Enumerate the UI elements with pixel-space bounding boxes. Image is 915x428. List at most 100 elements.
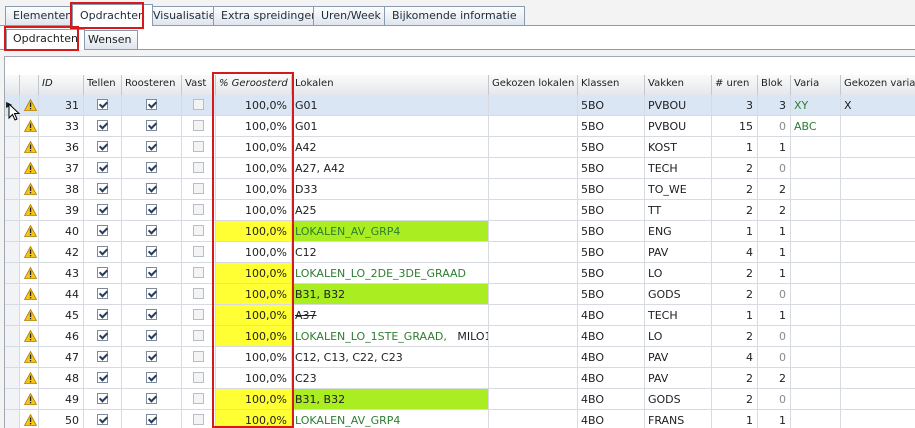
lokalen-cell[interactable]: LOKALEN_LO_2DE_3DE_GRAAD (292, 263, 489, 284)
table-row[interactable]: 44 100,0% B31, B32 5BO GODS 2 0 (5, 284, 915, 305)
tellen-checkbox[interactable] (97, 141, 108, 152)
vast-checkbox[interactable] (193, 204, 204, 215)
gekozen-varia-cell[interactable] (841, 158, 915, 179)
header-blok[interactable]: Blok (758, 75, 791, 95)
tellen-checkbox[interactable] (97, 309, 108, 320)
gekozen-lokalen-cell[interactable] (489, 389, 578, 410)
lokalen-cell[interactable]: A37 (292, 305, 489, 326)
varia-cell[interactable] (791, 368, 841, 389)
roosteren-checkbox[interactable] (146, 393, 157, 404)
tellen-checkbox[interactable] (97, 330, 108, 341)
tellen-checkbox[interactable] (97, 246, 108, 257)
roosteren-checkbox[interactable] (146, 183, 157, 194)
gekozen-varia-cell[interactable] (841, 305, 915, 326)
varia-cell[interactable] (791, 326, 841, 347)
header-pct-geroosterd[interactable]: % Geroosterd (216, 75, 292, 95)
gekozen-lokalen-cell[interactable] (489, 95, 578, 116)
gekozen-lokalen-cell[interactable] (489, 137, 578, 158)
tellen-checkbox[interactable] (97, 162, 108, 173)
table-row[interactable]: 33 100,0% G01 5BO PVBOU 15 0 ABC (5, 116, 915, 137)
vast-checkbox[interactable] (193, 120, 204, 131)
gekozen-lokalen-cell[interactable] (489, 221, 578, 242)
varia-cell[interactable] (791, 347, 841, 368)
table-row[interactable]: 47 100,0% C12, C13, C22, C23 4BO PAV 4 0 (5, 347, 915, 368)
roosteren-checkbox[interactable] (146, 204, 157, 215)
tab-elementen[interactable]: Elementen (5, 6, 81, 25)
gekozen-lokalen-cell[interactable] (489, 284, 578, 305)
roosteren-checkbox[interactable] (146, 288, 157, 299)
lokalen-cell[interactable]: LOKALEN_AV_GRP4 (292, 221, 489, 242)
gekozen-lokalen-cell[interactable] (489, 263, 578, 284)
gekozen-lokalen-cell[interactable] (489, 347, 578, 368)
row-indicator[interactable] (5, 284, 20, 305)
table-row[interactable]: 48 100,0% C23 4BO PAV 2 2 (5, 368, 915, 389)
roosteren-checkbox[interactable] (146, 225, 157, 236)
tellen-checkbox[interactable] (97, 372, 108, 383)
tab-extra-spreidingen[interactable]: Extra spreidingen (213, 6, 327, 25)
tellen-checkbox[interactable] (97, 414, 108, 425)
tab-opdrachten[interactable]: Opdrachten (72, 4, 153, 26)
tab-visualisatie[interactable]: Visualisatie (145, 6, 224, 25)
gekozen-lokalen-cell[interactable] (489, 305, 578, 326)
vast-checkbox[interactable] (193, 246, 204, 257)
tellen-checkbox[interactable] (97, 267, 108, 278)
table-row[interactable]: 40 100,0% LOKALEN_AV_GRP4 5BO ENG 1 1 (5, 221, 915, 242)
header-klassen[interactable]: Klassen (578, 75, 645, 95)
gekozen-varia-cell[interactable] (841, 242, 915, 263)
varia-cell[interactable] (791, 200, 841, 221)
gekozen-varia-cell[interactable] (841, 284, 915, 305)
lokalen-cell[interactable]: G01 (292, 116, 489, 137)
gekozen-varia-cell[interactable] (841, 221, 915, 242)
vast-checkbox[interactable] (193, 330, 204, 341)
row-indicator[interactable] (5, 242, 20, 263)
lokalen-cell[interactable]: A27, A42 (292, 158, 489, 179)
lokalen-cell[interactable]: D33 (292, 179, 489, 200)
vast-checkbox[interactable] (193, 267, 204, 278)
varia-cell[interactable] (791, 305, 841, 326)
header-vakken[interactable]: Vakken (645, 75, 712, 95)
roosteren-checkbox[interactable] (146, 414, 157, 425)
roosteren-checkbox[interactable] (146, 267, 157, 278)
varia-cell[interactable] (791, 389, 841, 410)
table-row[interactable]: 49 100,0% B31, B32 4BO GODS 2 0 (5, 389, 915, 410)
roosteren-checkbox[interactable] (146, 372, 157, 383)
gekozen-lokalen-cell[interactable] (489, 368, 578, 389)
lokalen-cell[interactable]: C23 (292, 368, 489, 389)
row-indicator[interactable] (5, 410, 20, 428)
row-indicator[interactable] (5, 389, 20, 410)
vast-checkbox[interactable] (193, 141, 204, 152)
gekozen-lokalen-cell[interactable] (489, 158, 578, 179)
gekozen-varia-cell[interactable] (841, 179, 915, 200)
gekozen-varia-cell[interactable] (841, 410, 915, 428)
table-row[interactable]: 50 100,0% LOKALEN_AV_GRP4 4BO FRANS 1 1 (5, 410, 915, 428)
lokalen-cell[interactable]: C12, C13, C22, C23 (292, 347, 489, 368)
table-row[interactable]: 36 100,0% A42 5BO KOST 1 1 (5, 137, 915, 158)
gekozen-varia-cell[interactable] (841, 347, 915, 368)
table-row[interactable]: 45 100,0% A37 4BO TECH 1 1 (5, 305, 915, 326)
gekozen-lokalen-cell[interactable] (489, 200, 578, 221)
gekozen-varia-cell[interactable] (841, 200, 915, 221)
header-uren[interactable]: # uren (712, 75, 758, 95)
varia-cell[interactable]: XY (791, 95, 841, 116)
varia-cell[interactable]: ABC (791, 116, 841, 137)
header-tellen[interactable]: Tellen (84, 75, 122, 95)
vast-checkbox[interactable] (193, 225, 204, 236)
tellen-checkbox[interactable] (97, 393, 108, 404)
lokalen-cell[interactable]: A42 (292, 137, 489, 158)
vast-checkbox[interactable] (193, 414, 204, 425)
gekozen-varia-cell[interactable] (841, 326, 915, 347)
table-row[interactable]: 37 100,0% A27, A42 5BO TECH 2 0 (5, 158, 915, 179)
header-vast[interactable]: Vast (182, 75, 216, 95)
roosteren-checkbox[interactable] (146, 141, 157, 152)
varia-cell[interactable] (791, 179, 841, 200)
varia-cell[interactable] (791, 284, 841, 305)
header-varia[interactable]: Varia (791, 75, 841, 95)
vast-checkbox[interactable] (193, 351, 204, 362)
vast-checkbox[interactable] (193, 183, 204, 194)
tab-uren-week[interactable]: Uren/Week (313, 6, 389, 25)
roosteren-checkbox[interactable] (146, 162, 157, 173)
header-lokalen[interactable]: Lokalen (292, 75, 489, 95)
row-indicator[interactable] (5, 200, 20, 221)
row-indicator[interactable] (5, 263, 20, 284)
lokalen-cell[interactable]: C12 (292, 242, 489, 263)
